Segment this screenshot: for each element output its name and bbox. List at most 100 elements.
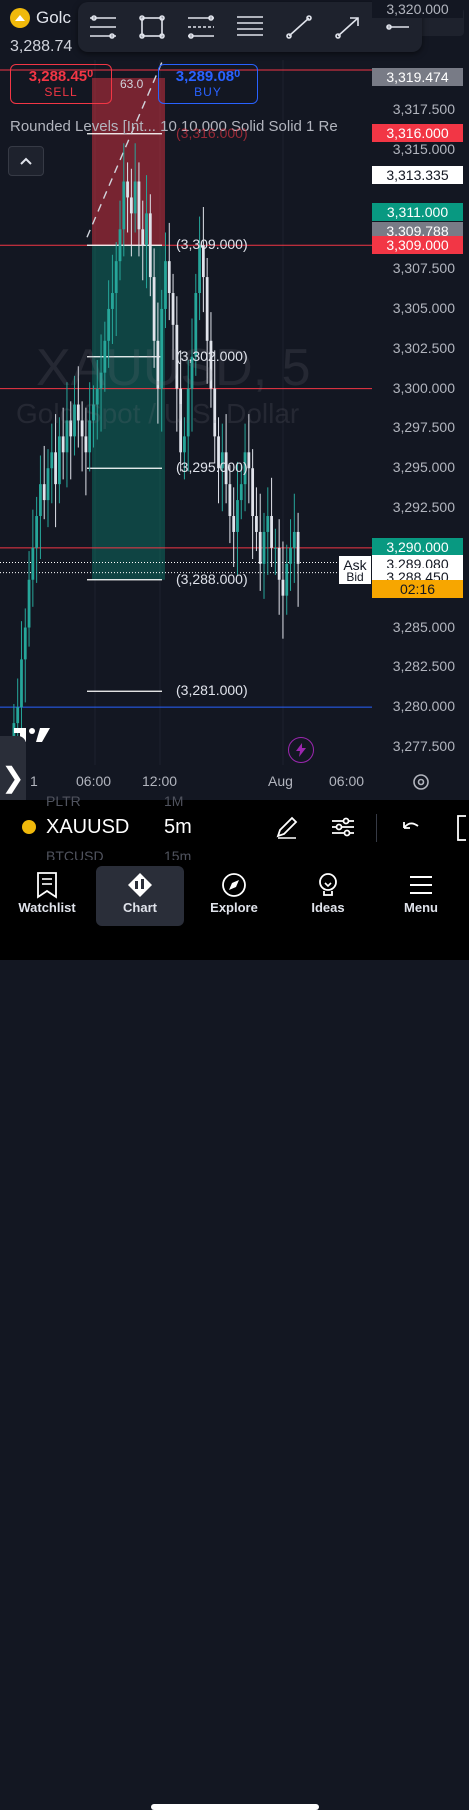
price-tag: 3,311.000 bbox=[372, 203, 463, 221]
candle-body bbox=[148, 213, 152, 278]
lightning-icon[interactable] bbox=[288, 737, 314, 763]
candle-body bbox=[133, 181, 137, 214]
arrow-line-icon[interactable] bbox=[330, 9, 366, 45]
current-interval[interactable]: 5m bbox=[164, 816, 192, 839]
candle-body bbox=[126, 181, 129, 198]
candle-body bbox=[39, 484, 42, 517]
candle-body bbox=[27, 579, 31, 628]
fib-level-label: (3,288.000) bbox=[176, 570, 248, 587]
symbol-bar: PLTR 1M XAUUSD 5m BTCUSD 15m bbox=[0, 793, 469, 864]
candle-body bbox=[167, 261, 171, 294]
watermark-description: Gold Spot / U.S. Dollar bbox=[16, 398, 300, 429]
bar-divider bbox=[376, 814, 377, 842]
sell-button[interactable]: 3,288.450 SELL bbox=[10, 64, 112, 104]
draw-pen-icon[interactable] bbox=[274, 814, 300, 845]
candle-body bbox=[205, 277, 209, 341]
price-axis-label: 3,280.000 bbox=[392, 698, 455, 715]
nav-label: Ideas bbox=[311, 900, 345, 915]
candle-body bbox=[255, 516, 258, 532]
price-axis-label: 3,282.500 bbox=[392, 658, 455, 675]
gold-coin-icon bbox=[22, 820, 36, 834]
current-symbol[interactable]: XAUUSD bbox=[46, 816, 129, 839]
candle-body bbox=[152, 277, 156, 341]
price-tag: 3,313.335 bbox=[372, 166, 463, 184]
candle-body bbox=[292, 531, 296, 548]
candle-body bbox=[285, 563, 289, 596]
horizontal-lines-icon[interactable] bbox=[232, 9, 268, 45]
candle-body bbox=[57, 436, 61, 485]
price-tag: 3,309.000 bbox=[372, 236, 463, 254]
watchlist-icon bbox=[3, 870, 91, 900]
price-axis-label: 3,285.000 bbox=[392, 618, 455, 635]
price-axis-label: 3,292.500 bbox=[392, 499, 455, 516]
buy-price-small: 0 bbox=[234, 68, 241, 80]
candle-body bbox=[262, 531, 266, 564]
last-price: 3,288.74 bbox=[10, 38, 73, 55]
nav-ideas[interactable]: Ideas bbox=[284, 866, 372, 926]
candle-body bbox=[171, 293, 175, 325]
chevron-right-icon: ❯ bbox=[1, 761, 25, 793]
nav-label: Chart bbox=[123, 900, 157, 915]
candle-body bbox=[266, 516, 270, 532]
sell-price: 3,288.45 bbox=[28, 68, 88, 85]
price-axis-label: 3,295.000 bbox=[392, 459, 455, 476]
fib-level-label: (3,302.000) bbox=[176, 347, 248, 364]
menu-icon bbox=[377, 870, 465, 900]
nav-chart[interactable]: Chart bbox=[96, 866, 184, 926]
home-indicator bbox=[151, 1804, 319, 1810]
candle-body bbox=[31, 547, 35, 580]
collapse-legend-button[interactable] bbox=[8, 146, 44, 176]
candle-body bbox=[42, 484, 46, 501]
spread-value: 63.0 bbox=[120, 77, 144, 91]
candle-body bbox=[118, 229, 122, 262]
symbol-title[interactable]: Golc bbox=[10, 8, 71, 28]
chart-icon bbox=[96, 870, 184, 900]
nav-label: Watchlist bbox=[18, 900, 76, 915]
price-tag: 3,319.474 bbox=[372, 68, 463, 86]
fib-channel-icon[interactable] bbox=[183, 9, 219, 45]
price-axis-label: 3,300.000 bbox=[392, 379, 455, 396]
symbol-short: Golc bbox=[36, 8, 71, 27]
price-axis-label: 3,305.000 bbox=[392, 299, 455, 316]
nav-menu[interactable]: Menu bbox=[377, 866, 465, 926]
chevron-up-icon bbox=[20, 157, 32, 165]
candle-body bbox=[145, 213, 148, 246]
candle-body bbox=[111, 293, 114, 309]
candle-body bbox=[23, 627, 27, 660]
price-axis-label: 3,297.500 bbox=[392, 419, 455, 436]
compass-icon bbox=[190, 870, 278, 900]
nav-explore[interactable]: Explore bbox=[190, 866, 278, 926]
price-axis-label: 3,315.000 bbox=[392, 140, 455, 157]
fib-levels-icon[interactable] bbox=[85, 9, 121, 45]
buy-price: 3,289.08 bbox=[175, 68, 235, 85]
trend-line-icon[interactable] bbox=[281, 9, 317, 45]
candle-body bbox=[258, 531, 262, 564]
candle-body bbox=[228, 484, 232, 517]
candle-body bbox=[273, 547, 277, 549]
price-tag: 3,320.000 bbox=[372, 0, 463, 18]
drawing-toolbar bbox=[78, 2, 422, 52]
buy-button[interactable]: 3,289.080 BUY bbox=[158, 64, 258, 104]
chart-settings-icon[interactable] bbox=[410, 771, 432, 793]
sell-label: SELL bbox=[44, 85, 78, 99]
nav-label: Explore bbox=[210, 900, 258, 915]
rectangle-icon[interactable] bbox=[134, 9, 170, 45]
price-axis-label: 3,317.500 bbox=[392, 100, 455, 117]
nav-watchlist[interactable]: Watchlist bbox=[3, 866, 91, 926]
candle-body bbox=[251, 468, 255, 517]
indicators-sliders-icon[interactable] bbox=[330, 814, 356, 845]
candle-body bbox=[277, 547, 281, 580]
time-axis-label: 06:00 bbox=[329, 773, 365, 789]
lightbulb-icon bbox=[284, 870, 372, 900]
price-tag: 02:16 bbox=[372, 580, 463, 598]
candle-body bbox=[141, 229, 145, 246]
undo-icon[interactable] bbox=[398, 816, 422, 845]
candle-body bbox=[129, 197, 133, 214]
candle-body bbox=[281, 579, 285, 596]
price-tag: 3,290.000 bbox=[372, 538, 463, 556]
candle-body bbox=[239, 484, 243, 501]
fib-level-label: (3,281.000) bbox=[176, 682, 248, 699]
price-tag: 3,316.000 bbox=[372, 124, 463, 142]
time-axis-label: 12:00 bbox=[142, 773, 178, 789]
fullscreen-icon[interactable] bbox=[452, 814, 469, 847]
